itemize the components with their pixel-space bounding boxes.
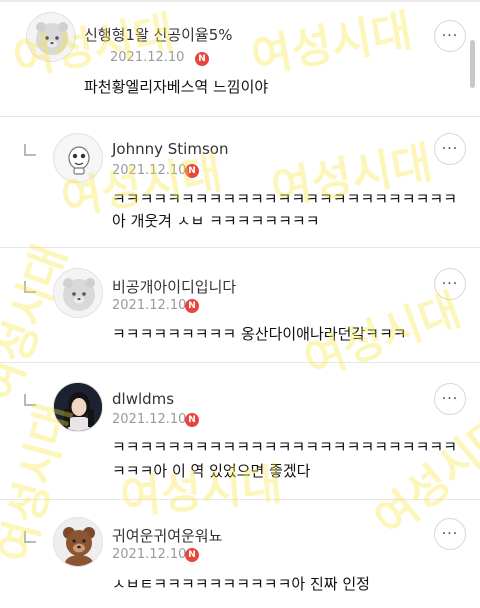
person-photo-icon (54, 383, 102, 431)
more-options-button[interactable]: ··· (434, 268, 466, 300)
comment-text: ㅋㅋㅋㅋㅋㅋㅋㅋㅋ 옹산다이애나라던갘ㅋㅋㅋ (112, 325, 407, 343)
comment-date: 2021.12.10 (112, 412, 187, 427)
divider (0, 116, 480, 117)
comment-text: ㅋㅋㅋㅋㅋㅋㅋㅋㅋㅋㅋㅋㅋㅋㅋㅋㅋㅋㅋㅋㅋㅋㅋㅋㅋ (112, 438, 458, 456)
comment-date: 2021.12.10 (110, 50, 185, 65)
comment-text: 파천황엘리자베스역 느낌이야 (84, 78, 269, 96)
avatar[interactable] (26, 12, 76, 62)
teddy-bear-icon (54, 518, 102, 566)
more-options-button[interactable]: ··· (434, 518, 466, 550)
reply-indicator-icon (24, 394, 36, 406)
comment-date: 2021.12.10 (112, 298, 187, 313)
comment-author[interactable]: dlwldms (112, 390, 174, 408)
new-badge: N (185, 548, 199, 562)
new-badge: N (185, 299, 199, 313)
more-options-button[interactable]: ··· (434, 20, 466, 52)
comment-date: 2021.12.10 (112, 163, 187, 178)
comment-author[interactable]: 비공개아이디입니다 (112, 276, 236, 297)
avatar[interactable] (53, 382, 103, 432)
avatar[interactable] (53, 268, 103, 318)
new-badge: N (195, 52, 209, 66)
watermark: 여성시대 (0, 238, 77, 409)
comment-author[interactable]: 귀여운귀여운워뇨 (112, 525, 222, 546)
divider (0, 247, 480, 248)
top-border (0, 0, 480, 2)
new-badge: N (185, 413, 199, 427)
comment-text: ㅋㅋㅋ아 이 역 있었으면 좋겠다 (112, 462, 311, 480)
new-badge: N (185, 164, 199, 178)
reply-indicator-icon (24, 281, 36, 293)
scrollbar[interactable] (470, 40, 475, 88)
comment-author[interactable]: Johnny Stimson (112, 140, 228, 158)
default-animal-icon (63, 278, 95, 311)
comment-text: ㅅㅂㅌㅋㅋㅋㅋㅋㅋㅋㅋㅋㅋ아 진짜 인정 (112, 575, 370, 593)
watermark: 여성시대 (247, 5, 416, 84)
divider (0, 499, 480, 500)
more-options-button[interactable]: ··· (434, 383, 466, 415)
default-animal-icon (36, 22, 68, 55)
comment-author[interactable]: 신행형1왈 신공이율5% (84, 24, 233, 45)
cartoon-character-icon (68, 146, 90, 175)
divider (0, 362, 480, 363)
reply-indicator-icon (24, 144, 36, 156)
reply-indicator-icon (24, 531, 36, 543)
comment-date: 2021.12.10 (112, 547, 187, 562)
avatar[interactable] (53, 133, 103, 183)
avatar[interactable] (53, 517, 103, 567)
more-options-button[interactable]: ··· (434, 133, 466, 165)
comment-text: 아 개웃겨 ㅅㅂ ㅋㅋㅋㅋㅋㅋㅋㅋ (112, 212, 320, 230)
